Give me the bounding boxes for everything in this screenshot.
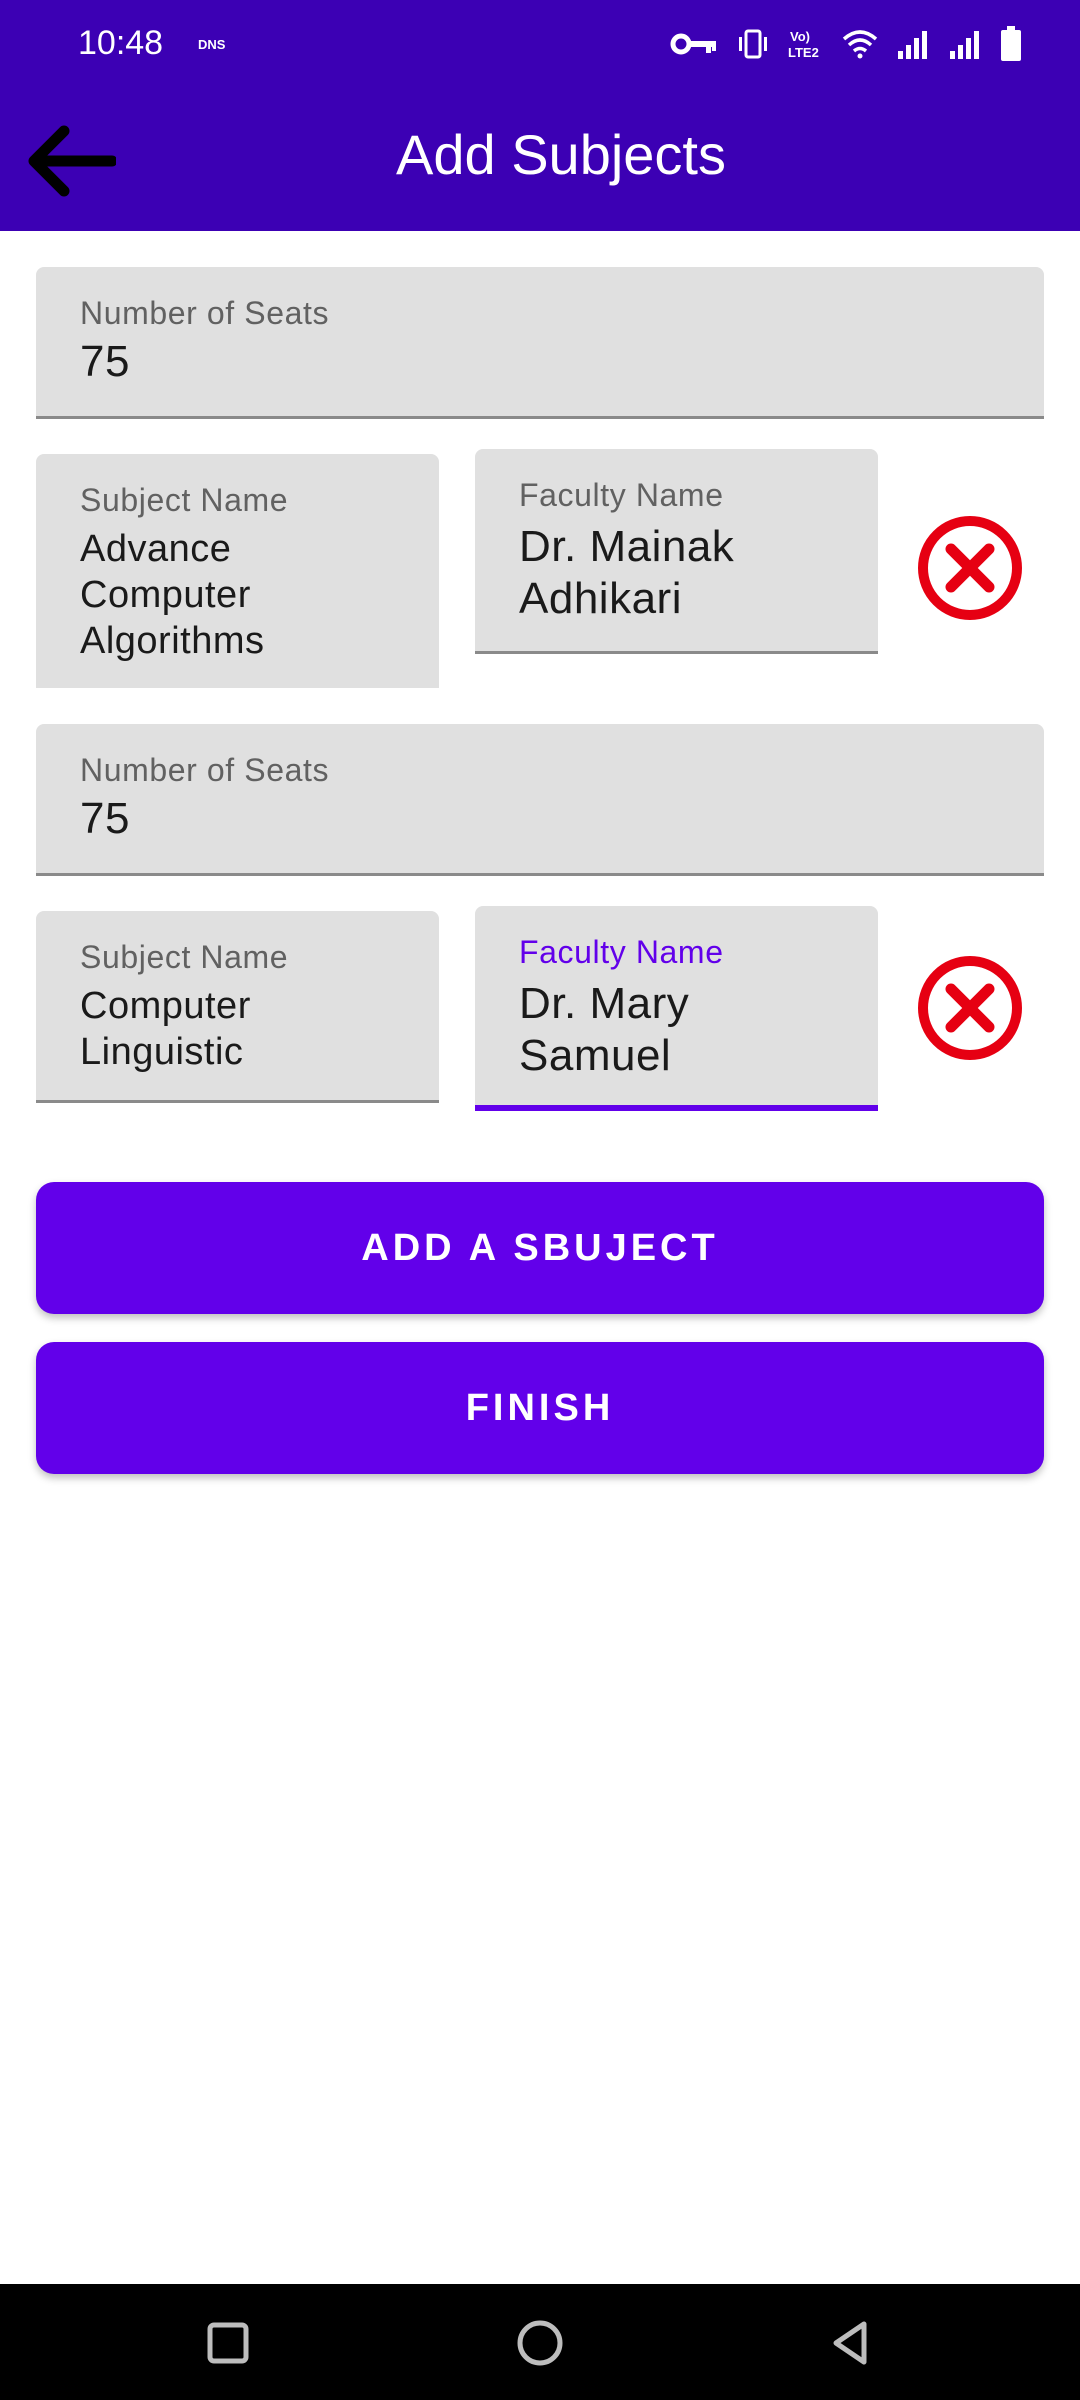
vibrate-icon bbox=[739, 29, 767, 59]
subject-name-value: Computer Linguistic bbox=[80, 985, 251, 1073]
faculty-name-field-2[interactable]: Faculty Name Dr. Mary Samuel bbox=[475, 906, 878, 1111]
remove-circle-icon bbox=[918, 516, 1022, 620]
square-icon bbox=[207, 2322, 249, 2364]
faculty-name-value: Dr. Mainak Adhikari bbox=[519, 522, 735, 623]
recents-button[interactable] bbox=[197, 2312, 259, 2374]
subject-name-field-2[interactable]: Subject Name Computer Linguistic bbox=[36, 911, 439, 1103]
svg-text:Vo): Vo) bbox=[790, 29, 810, 44]
faculty-name-field-1[interactable]: Faculty Name Dr. Mainak Adhikari bbox=[475, 449, 878, 654]
wifi-icon bbox=[842, 30, 878, 59]
seats-label: Number of Seats bbox=[80, 295, 330, 331]
status-bar: 10:48 DNS Vo) LTE2 bbox=[0, 0, 1080, 88]
faculty-name-value: Dr. Mary Samuel bbox=[519, 979, 690, 1080]
add-subject-button[interactable]: ADD A SBUJECT bbox=[36, 1182, 1044, 1314]
status-time: 10:48 bbox=[78, 24, 164, 62]
seats-label: Number of Seats bbox=[80, 752, 330, 788]
subject-name-label: Subject Name bbox=[80, 939, 289, 975]
remove-subject-button-1[interactable] bbox=[915, 513, 1025, 623]
home-button[interactable] bbox=[509, 2312, 571, 2374]
volte-icon: Vo) LTE2 bbox=[788, 29, 819, 60]
finish-button[interactable]: FINISH bbox=[36, 1342, 1044, 1474]
seats-value: 75 bbox=[80, 337, 130, 386]
svg-text:LTE2: LTE2 bbox=[788, 45, 819, 60]
signal-2-icon bbox=[950, 31, 979, 59]
status-dns-label: DNS bbox=[198, 37, 226, 52]
seats-field-1[interactable]: Number of Seats 75 bbox=[36, 267, 1044, 419]
navigation-bar bbox=[0, 2284, 1080, 2400]
triangle-back-icon bbox=[833, 2321, 867, 2365]
faculty-name-label: Faculty Name bbox=[519, 934, 724, 970]
remove-circle-icon bbox=[918, 956, 1022, 1060]
app-bar: Add Subjects bbox=[0, 88, 1080, 231]
subject-name-field-1[interactable]: Subject Name Advance Computer Algorithms bbox=[36, 454, 439, 688]
seats-field-2[interactable]: Number of Seats 75 bbox=[36, 724, 1044, 876]
circle-icon bbox=[517, 2320, 563, 2366]
remove-subject-button-2[interactable] bbox=[915, 953, 1025, 1063]
page-title: Add Subjects bbox=[396, 123, 726, 186]
vpn-key-icon bbox=[670, 33, 716, 55]
subject-name-label: Subject Name bbox=[80, 482, 289, 518]
subject-name-value: Advance Computer Algorithms bbox=[80, 528, 265, 662]
signal-1-icon bbox=[898, 31, 927, 59]
status-icons: Vo) LTE2 bbox=[670, 22, 1022, 66]
faculty-name-label: Faculty Name bbox=[519, 477, 724, 513]
battery-icon bbox=[1001, 26, 1021, 61]
seats-value: 75 bbox=[80, 794, 130, 843]
back-nav-button[interactable] bbox=[820, 2312, 882, 2374]
